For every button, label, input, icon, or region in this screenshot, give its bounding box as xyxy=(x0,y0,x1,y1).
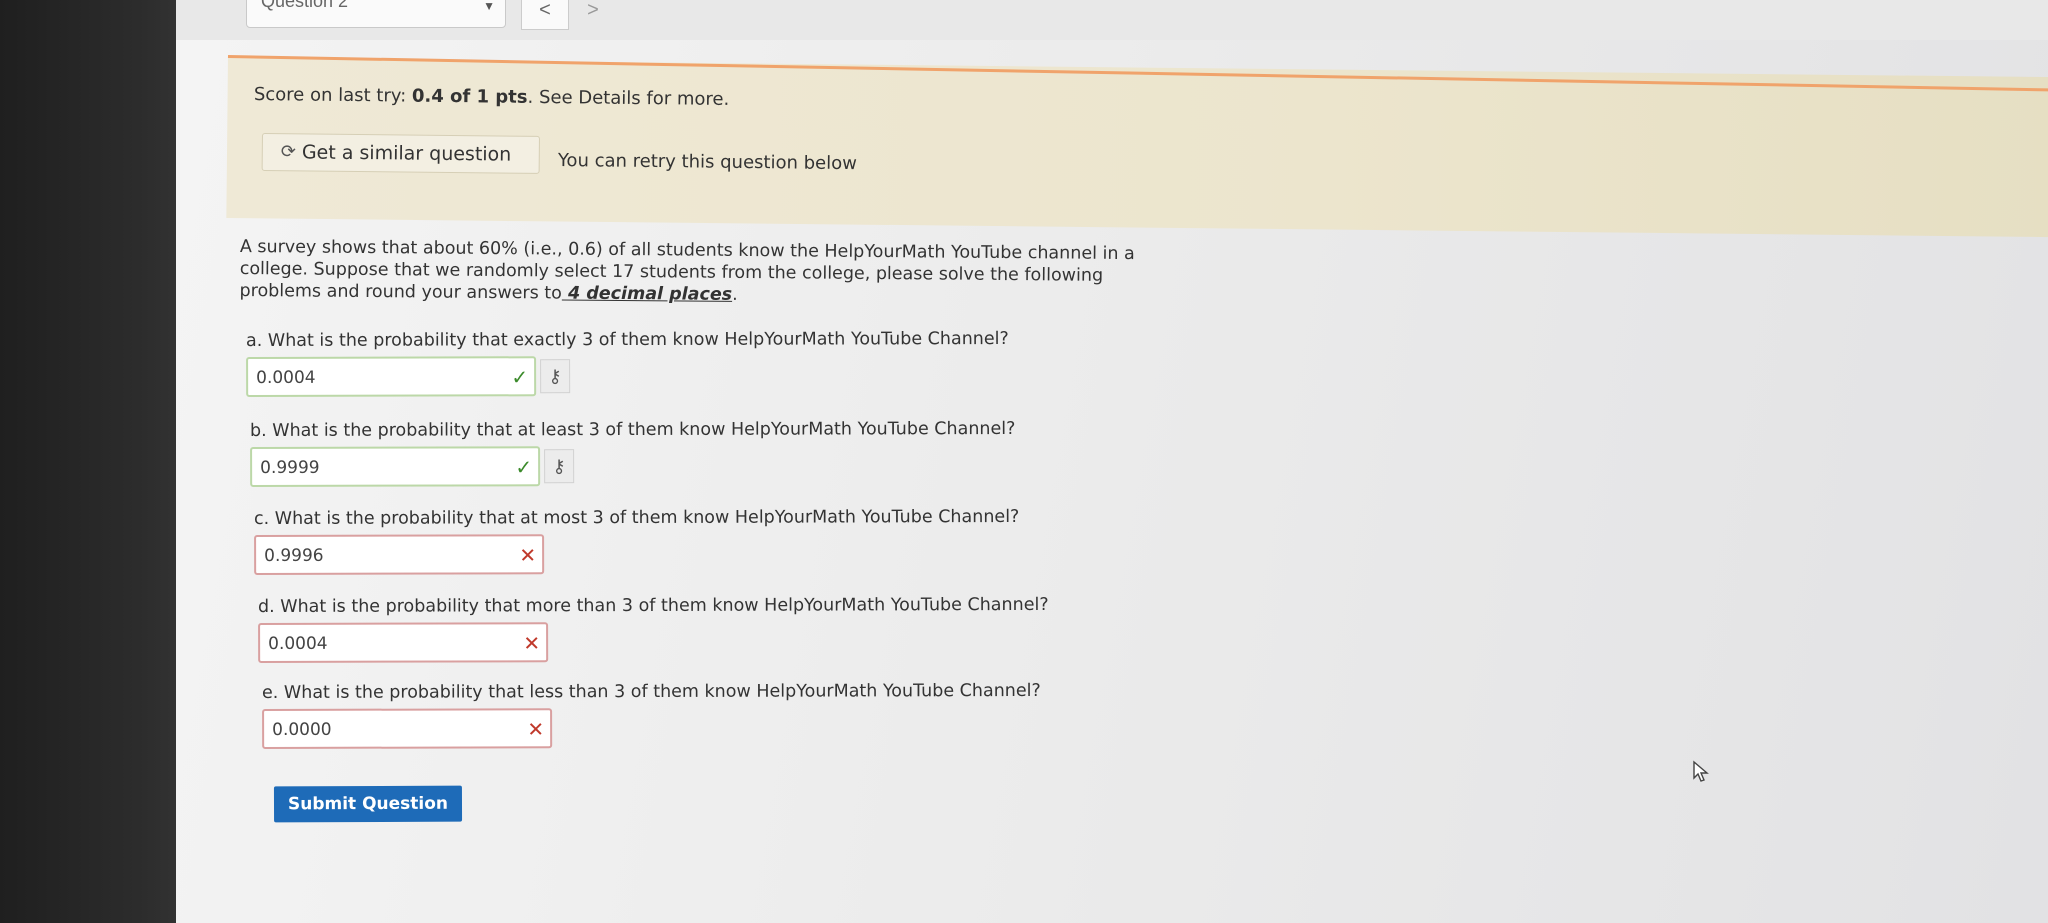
part-question: a. What is the probability that exactly … xyxy=(246,329,1009,351)
prev-question-button[interactable]: < xyxy=(521,0,569,30)
part-b: b. What is the probability that at least… xyxy=(250,419,1016,487)
answer-input[interactable]: 0.0000 ✕ xyxy=(262,708,553,749)
score-prefix: Score on last try: xyxy=(253,84,413,107)
check-icon: ✓ xyxy=(511,365,529,390)
next-question-button[interactable]: > xyxy=(569,0,617,30)
answer-input[interactable]: 0.9996 ✕ xyxy=(254,534,545,575)
question-nav-bar: Question 2 ▼ < > xyxy=(176,0,2048,40)
browser-viewport: Question 2 ▼ < > Score on last try: 0.4 … xyxy=(176,0,2048,923)
answer-input[interactable]: 0.9999 ✓ xyxy=(250,446,541,487)
part-e: e. What is the probability that less tha… xyxy=(262,681,1041,749)
similar-question-button[interactable]: ⟳ Get a similar question xyxy=(261,133,540,174)
part-question: d. What is the probability that more tha… xyxy=(258,594,1049,617)
answer-value: 0.0000 xyxy=(272,719,332,740)
key-icon[interactable]: ⚷ xyxy=(544,449,575,484)
problem-statement: A survey shows that about 60% (i.e., 0.6… xyxy=(239,236,1189,309)
refresh-icon: ⟳ xyxy=(280,141,297,163)
close-icon: ✕ xyxy=(519,543,537,568)
part-question: e. What is the probability that less tha… xyxy=(262,680,1041,703)
retry-message: You can retry this question below xyxy=(557,150,857,175)
answer-value: 0.9999 xyxy=(260,457,320,478)
close-icon: ✕ xyxy=(523,631,541,656)
answer-value: 0.0004 xyxy=(256,367,316,388)
answer-value: 0.0004 xyxy=(268,633,328,654)
similar-question-label: Get a similar question xyxy=(301,141,512,166)
question-select-value: Question 2 xyxy=(261,0,349,11)
problem-emphasis: 4 decimal places xyxy=(561,283,733,305)
part-question: b. What is the probability that at least… xyxy=(250,418,1016,441)
part-c: c. What is the probability that at most … xyxy=(254,507,1019,575)
part-a: a. What is the probability that exactly … xyxy=(246,329,1009,397)
check-icon: ✓ xyxy=(515,455,533,480)
mouse-cursor-icon xyxy=(1693,760,1709,782)
submit-question-button[interactable]: Submit Question xyxy=(273,785,463,823)
score-suffix: . See Details for more. xyxy=(527,86,730,110)
question-nav-buttons: < > xyxy=(521,0,617,30)
score-value: 0.4 of 1 pts xyxy=(411,85,528,108)
answer-input[interactable]: 0.0004 ✓ xyxy=(246,356,537,397)
answer-value: 0.9996 xyxy=(264,545,324,566)
problem-text-end: . xyxy=(732,284,738,305)
part-d: d. What is the probability that more tha… xyxy=(258,595,1049,663)
answer-input[interactable]: 0.0004 ✕ xyxy=(258,622,549,663)
close-icon: ✕ xyxy=(527,717,545,742)
chevron-down-icon: ▼ xyxy=(483,0,495,13)
question-select[interactable]: Question 2 ▼ xyxy=(246,0,506,28)
key-icon[interactable]: ⚷ xyxy=(540,359,571,394)
part-question: c. What is the probability that at most … xyxy=(254,506,1020,529)
